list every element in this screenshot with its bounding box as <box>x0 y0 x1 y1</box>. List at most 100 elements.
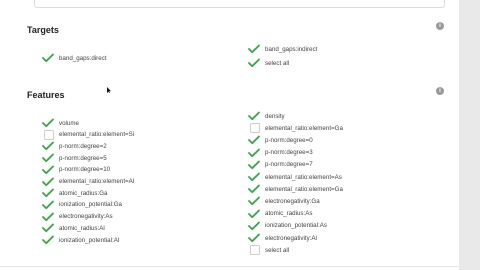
checkbox-unchecked[interactable] <box>248 245 260 256</box>
checkmark-icon <box>248 221 260 230</box>
checkbox-unchecked[interactable] <box>42 129 54 140</box>
checkmark-icon <box>42 200 54 209</box>
checkbox-checked[interactable] <box>42 118 54 128</box>
checkbox-checked[interactable] <box>248 233 260 243</box>
checkbox-option[interactable]: p-norm:degree=3 <box>248 148 313 158</box>
checkbox-option[interactable]: p-norm:degree=5 <box>42 153 107 163</box>
checkbox-option[interactable]: elemental_ratio:element=As <box>248 172 342 182</box>
checkbox-label: ionization_potential:Ga <box>59 201 122 209</box>
checkbox-checked[interactable] <box>248 58 260 68</box>
checkbox-checked[interactable] <box>248 135 260 145</box>
checkbox-option[interactable]: band_gaps:indirect <box>248 44 317 54</box>
checkbox-option[interactable]: electronegativity:Al <box>248 233 317 243</box>
checkbox-label: p-norm:degree=5 <box>59 154 107 162</box>
checkbox-option[interactable]: elemental_ratio:element=Al <box>42 177 134 187</box>
checkbox-label: p-norm:degree=0 <box>265 136 313 144</box>
checkbox-option[interactable]: volume <box>42 118 79 128</box>
checkbox-checked[interactable] <box>42 200 54 210</box>
checkbox-label: p-norm:degree=3 <box>265 149 313 157</box>
checkbox-unchecked[interactable] <box>248 123 260 134</box>
checkbox-checked[interactable] <box>42 141 54 151</box>
checkbox-option[interactable]: select all <box>248 58 289 68</box>
checkbox-option[interactable]: p-norm:degree=10 <box>42 165 110 175</box>
checkbox-option[interactable]: p-norm:degree=0 <box>248 135 313 145</box>
checkbox-label: electronegativity:As <box>59 213 113 221</box>
checkbox-label: electronegativity:Al <box>265 234 317 242</box>
checkmark-icon <box>248 135 260 145</box>
checkbox-checked[interactable] <box>248 148 260 158</box>
targets-title: Targets <box>27 25 59 35</box>
checkmark-icon <box>42 188 54 198</box>
checkbox-label: density <box>265 112 285 120</box>
checkbox-checked[interactable] <box>248 209 260 219</box>
checkbox-checked[interactable] <box>248 184 260 194</box>
checkbox-checked[interactable] <box>42 223 54 233</box>
checkbox-label: select all <box>265 59 290 67</box>
checkbox-label: atomic_radius:Ga <box>59 189 108 197</box>
checkmark-icon <box>248 172 260 182</box>
info-icon[interactable]: i <box>436 22 444 30</box>
checkbox-checked[interactable] <box>42 53 54 63</box>
checkbox-checked[interactable] <box>42 177 54 187</box>
mouse-cursor-icon <box>107 87 111 93</box>
checkbox-label: elemental_ratio:element=As <box>265 173 342 181</box>
checkbox-option[interactable]: elemental_ratio:element=Si <box>42 129 135 140</box>
checkmark-icon <box>248 58 260 68</box>
features-title: Features <box>27 90 65 100</box>
checkmark-icon <box>42 177 54 186</box>
checkbox-label: atomic_radius:Al <box>59 224 105 232</box>
scrollbar-track[interactable] <box>459 0 480 270</box>
checkbox-option[interactable]: ionization_potential:As <box>248 221 327 231</box>
checkbox-label: band_gaps:indirect <box>265 45 318 53</box>
checkbox-label: ionization_potential:Al <box>59 236 120 244</box>
checkmark-icon <box>248 233 260 243</box>
checkbox-option[interactable]: p-norm:degree=2 <box>42 141 107 151</box>
checkbox-option[interactable]: atomic_radius:As <box>248 209 312 219</box>
checkbox-checked[interactable] <box>248 44 260 54</box>
previous-card <box>34 0 445 8</box>
checkbox-option[interactable]: p-norm:degree=7 <box>248 160 313 170</box>
checkbox-label: elemental_ratio:element=Ga <box>265 185 343 193</box>
checkbox-option[interactable]: electronegativity:Ga <box>248 196 320 206</box>
checkbox-option[interactable]: elemental_ratio:element=Ga <box>248 123 343 134</box>
checkbox-checked[interactable] <box>248 221 260 231</box>
checkbox-option[interactable]: select all <box>248 245 289 256</box>
checkmark-icon <box>42 212 54 221</box>
checkbox-checked[interactable] <box>42 188 54 198</box>
checkbox-label: elemental_ratio:element=Al <box>59 178 135 185</box>
checkbox-option[interactable]: density <box>248 111 285 121</box>
checkbox-label: elemental_ratio:element=Ga <box>265 124 343 132</box>
checkbox-label: band_gaps:direct <box>59 54 107 62</box>
checkmark-icon <box>42 223 54 233</box>
checkbox-option[interactable]: ionization_potential:Ga <box>42 200 122 210</box>
checkmark-icon <box>248 44 260 54</box>
checkbox-label: elemental_ratio:element=Si <box>59 131 135 139</box>
checkmark-icon <box>248 160 260 169</box>
checkbox-option[interactable]: elemental_ratio:element=Ga <box>248 184 343 194</box>
checkbox-checked[interactable] <box>42 235 54 245</box>
checkbox-checked[interactable] <box>42 165 54 175</box>
checkbox-label: p-norm:degree=7 <box>265 161 313 169</box>
checkbox-label: p-norm:degree=10 <box>59 166 111 174</box>
checkbox-option[interactable]: atomic_radius:Al <box>42 223 105 233</box>
checkmark-icon <box>42 53 54 63</box>
checkmark-icon <box>248 184 260 194</box>
checkbox-checked[interactable] <box>42 212 54 222</box>
checkbox-option[interactable]: atomic_radius:Ga <box>42 188 108 198</box>
checkmark-icon <box>248 111 260 121</box>
checkbox-checked[interactable] <box>248 111 260 121</box>
checkbox-option[interactable]: ionization_potential:Al <box>42 235 119 245</box>
checkbox-label: volume <box>59 119 79 127</box>
checkbox-option[interactable]: electronegativity:As <box>42 212 113 222</box>
checkbox-checked[interactable] <box>42 153 54 163</box>
checkbox-checked[interactable] <box>248 160 260 170</box>
checkmark-icon <box>248 209 260 218</box>
checkbox-option[interactable]: band_gaps:direct <box>42 53 106 63</box>
checkmark-icon <box>42 235 54 245</box>
checkbox-checked[interactable] <box>248 196 260 206</box>
info-icon[interactable]: i <box>436 87 444 95</box>
checkbox-label: ionization_potential:As <box>265 222 327 230</box>
checkbox-checked[interactable] <box>248 172 260 182</box>
checkmark-icon <box>42 165 54 174</box>
divider <box>0 266 459 267</box>
